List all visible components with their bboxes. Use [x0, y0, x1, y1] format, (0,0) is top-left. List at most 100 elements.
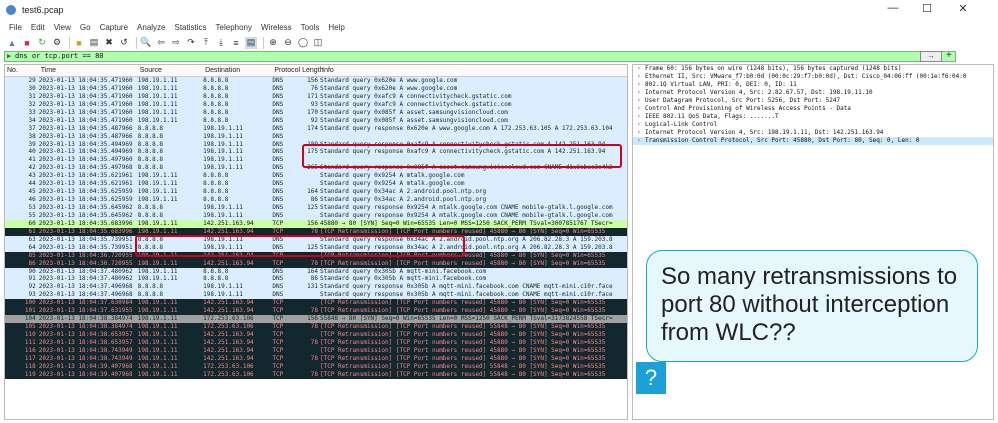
- col-header-destination[interactable]: Destination: [203, 65, 272, 76]
- display-filter-input[interactable]: ▶ dns or tcp.port == 80: [4, 51, 956, 62]
- normal-size-icon[interactable]: ◯: [297, 37, 309, 49]
- packet-row[interactable]: 92 2023-01-13 18:04:37.496968 8.8.8.8 198.1…: [5, 283, 627, 292]
- expand-arrow-icon[interactable]: ›: [637, 105, 645, 113]
- colorize-icon[interactable]: ▤: [245, 36, 257, 49]
- packet-row[interactable]: 44 2023-01-13 18:04:35.621961 198.19.1.11 8…: [5, 180, 627, 189]
- packet-row[interactable]: 118 2023-01-13 18:04:39.407968 198.19.1.11…: [5, 362, 627, 371]
- packet-row[interactable]: 30 2023-01-13 18:04:35.471960 198.19.1.11 8…: [5, 84, 627, 93]
- packet-row[interactable]: 37 2023-01-13 18:04:35.487966 8.8.8.8 198.1…: [5, 124, 627, 133]
- go-forward-icon[interactable]: ⇨: [170, 37, 182, 49]
- expand-arrow-icon[interactable]: ›: [637, 129, 645, 137]
- add-filter-button[interactable]: +: [946, 50, 952, 61]
- menu-item-edit[interactable]: Edit: [31, 23, 45, 32]
- menu-item-tools[interactable]: Tools: [301, 23, 320, 32]
- expand-arrow-icon[interactable]: ›: [637, 89, 645, 97]
- expand-arrow-icon[interactable]: ›: [637, 113, 645, 121]
- packet-row[interactable]: 43 2023-01-13 18:04:35.621961 198.19.1.11 8…: [5, 172, 627, 181]
- detail-tree-item[interactable]: › Control And Provisioning of Wireless Ac…: [633, 105, 993, 113]
- expand-arrow-icon[interactable]: ›: [637, 65, 645, 73]
- menu-item-telephony[interactable]: Telephony: [216, 23, 252, 32]
- expand-arrow-icon[interactable]: ›: [637, 137, 645, 145]
- expand-arrow-icon[interactable]: ›: [637, 81, 645, 89]
- packet-row[interactable]: 105 2023-01-13 18:04:38.384974 198.19.1.11…: [5, 323, 627, 331]
- expand-arrow-icon[interactable]: ›: [637, 73, 645, 81]
- packet-row[interactable]: 38 2023-01-13 18:04:35.487966 8.8.8.8 198.1…: [5, 132, 627, 141]
- restart-capture-icon[interactable]: ↻: [36, 37, 48, 49]
- packet-row[interactable]: 33 2023-01-13 18:04:35.471960 198.19.1.11 8…: [5, 108, 627, 117]
- open-file-icon[interactable]: ■: [73, 37, 85, 49]
- first-packet-icon[interactable]: ⤒: [200, 37, 212, 49]
- detail-tree-item[interactable]: › Internet Protocol Version 4, Src: 2.82.…: [633, 89, 993, 97]
- detail-tree-item[interactable]: › User Datagram Protocol, Src Port: 5256,…: [633, 97, 993, 105]
- packet-row[interactable]: 29 2023-01-13 18:04:35.471960 198.19.1.11 8…: [5, 77, 627, 85]
- detail-tree-item[interactable]: › Ethernet II, Src: VMware_f7:b0:0d (00:0…: [633, 73, 993, 81]
- detail-tree-item[interactable]: › Transmission Control Protocol, Src Port…: [633, 137, 993, 145]
- packet-row[interactable]: 34 2023-01-13 18:04:35.471960 198.19.1.11 8…: [5, 116, 627, 125]
- packet-row[interactable]: 101 2023-01-13 18:04:37.631955 198.19.1.11…: [5, 307, 627, 316]
- packet-row[interactable]: 55 2023-01-13 18:04:35.645962 8.8.8.8 198.1…: [5, 211, 627, 220]
- packet-row[interactable]: 45 2023-01-13 18:04:35.625959 198.19.1.11 8…: [5, 188, 627, 197]
- col-header-source[interactable]: Source: [138, 65, 203, 76]
- maximize-icon[interactable]: ☐: [912, 2, 942, 15]
- packet-row[interactable]: 93 2023-01-13 18:04:37.496968 8.8.8.8 198.1…: [5, 291, 627, 300]
- minimize-icon[interactable]: —: [878, 2, 908, 14]
- menu-item-help[interactable]: Help: [328, 23, 344, 32]
- reload-file-icon[interactable]: ↺: [118, 37, 130, 49]
- packet-row[interactable]: 111 2023-01-13 18:04:38.653957 198.19.1.11…: [5, 338, 627, 347]
- autoscroll-icon[interactable]: ≡: [230, 37, 242, 49]
- go-to-packet-icon[interactable]: ↷: [185, 37, 197, 49]
- packet-row[interactable]: 100 2023-01-13 18:04:37.630984 198.19.1.11…: [5, 299, 627, 308]
- packet-cell-time: 2023-01-13 18:04:35.625959: [38, 188, 133, 196]
- packet-row[interactable]: 53 2023-01-13 18:04:35.645962 8.8.8.8 198.1…: [5, 204, 627, 212]
- menu-item-go[interactable]: Go: [80, 23, 91, 32]
- apply-filter-button[interactable]: →: [920, 51, 942, 62]
- menu-item-analyze[interactable]: Analyze: [137, 23, 165, 32]
- menu-item-view[interactable]: View: [54, 23, 71, 32]
- col-header-info[interactable]: Info: [320, 65, 627, 76]
- packet-row[interactable]: 86 2023-01-13 18:04:36.720955 198.19.1.11 1…: [5, 259, 627, 268]
- zoom-out-icon[interactable]: ⊖: [282, 37, 294, 49]
- packet-details-pane[interactable]: › Frame 60: 156 bytes on wire (1248 bits)…: [632, 64, 994, 420]
- packet-row[interactable]: 32 2023-01-13 18:04:35.471960 198.19.1.11 8…: [5, 100, 627, 109]
- col-header-protocol[interactable]: Protocol: [272, 65, 300, 76]
- packet-row[interactable]: 116 2023-01-13 18:04:38.743949 198.19.1.11…: [5, 346, 627, 355]
- menu-item-wireless[interactable]: Wireless: [261, 23, 292, 32]
- zoom-in-icon[interactable]: ⊕: [267, 37, 279, 49]
- close-file-icon[interactable]: ✖: [103, 37, 115, 49]
- detail-tree-item[interactable]: › Frame 60: 156 bytes on wire (1248 bits)…: [633, 65, 993, 73]
- packet-row[interactable]: 119 2023-01-13 18:04:39.407968 198.19.1.11…: [5, 370, 627, 379]
- packet-row[interactable]: 104 2023-01-13 18:04:38.384974 198.19.1.11…: [5, 315, 627, 324]
- capture-options-icon[interactable]: ⚙: [51, 37, 63, 49]
- go-back-icon[interactable]: ⇦: [155, 37, 167, 49]
- expand-arrow-icon[interactable]: ›: [637, 121, 645, 129]
- menu-item-capture[interactable]: Capture: [100, 23, 128, 32]
- packet-cell-time: 2023-01-13 18:04:39.407968: [38, 370, 133, 378]
- detail-tree-item[interactable]: › 802.1Q Virtual LAN, PRI: 0, DEI: 0, ID:…: [633, 81, 993, 89]
- packet-row[interactable]: 90 2023-01-13 18:04:37.480962 198.19.1.11 8…: [5, 267, 627, 276]
- find-packet-icon[interactable]: 🔍: [140, 37, 152, 49]
- packet-row[interactable]: 91 2023-01-13 18:04:37.480962 198.19.1.11 8…: [5, 275, 627, 284]
- menu-item-file[interactable]: File: [9, 23, 22, 32]
- packet-row[interactable]: 31 2023-01-13 18:04:35.471960 198.19.1.11 8…: [5, 92, 627, 101]
- detail-tree-item[interactable]: › Internet Protocol Version 4, Src: 198.1…: [633, 129, 993, 137]
- packet-cell-info: Standard query 0x9254 A mtalk.google.com: [319, 180, 465, 188]
- packet-row[interactable]: 46 2023-01-13 18:04:35.625959 198.19.1.11 8…: [5, 196, 627, 204]
- start-capture-icon[interactable]: ▲: [6, 37, 18, 49]
- stop-capture-icon[interactable]: ■: [21, 37, 33, 49]
- packet-row[interactable]: 60 2023-01-13 18:04:35.683996 198.19.1.11 1…: [5, 219, 627, 228]
- col-header-length[interactable]: Length: [300, 65, 323, 76]
- last-packet-icon[interactable]: ⤓: [215, 37, 227, 49]
- expand-arrow-icon[interactable]: ›: [637, 97, 645, 105]
- detail-tree-item[interactable]: › Logical-Link Control: [633, 121, 993, 129]
- close-icon[interactable]: ✕: [948, 2, 978, 15]
- packet-row[interactable]: 110 2023-01-13 18:04:38.653957 198.19.1.11…: [5, 331, 627, 339]
- packet-row[interactable]: 117 2023-01-13 18:04:38.743949 198.19.1.11…: [5, 354, 627, 363]
- col-header-no[interactable]: No.: [5, 65, 39, 76]
- detail-tree-item[interactable]: › IEEE 802.11 QoS Data, Flags: .......T: [633, 113, 993, 121]
- save-file-icon[interactable]: ▤: [88, 37, 100, 49]
- col-header-time[interactable]: Time: [39, 65, 138, 76]
- packet-cell-time: 2023-01-13 18:04:35.497960: [38, 156, 133, 164]
- resize-columns-icon[interactable]: ◫: [312, 37, 324, 49]
- menu-item-statistics[interactable]: Statistics: [175, 23, 207, 32]
- bookmark-icon[interactable]: ▶: [7, 52, 11, 61]
